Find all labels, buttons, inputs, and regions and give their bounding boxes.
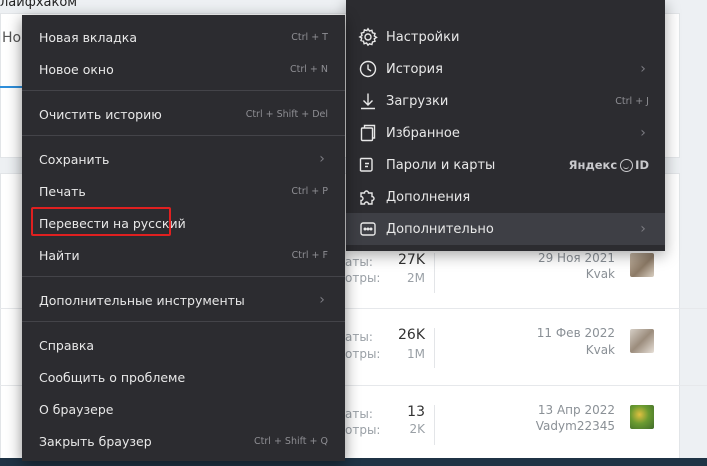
menu-item-label: История	[386, 61, 443, 77]
input-focus-line	[0, 86, 22, 88]
stat-divider	[434, 328, 435, 368]
question-date: 13 Апр 2022	[537, 403, 615, 417]
download-icon	[358, 91, 378, 111]
menu-item-save[interactable]: Сохранить ›	[22, 143, 345, 175]
yandex-id-badge-left: Яндекс	[568, 158, 618, 172]
menu-item-about[interactable]: О браузере	[22, 393, 345, 425]
menu-item-extensions[interactable]: Дополнения	[346, 181, 665, 213]
stat-divider	[434, 405, 435, 445]
menu-item-label: Избранное	[386, 125, 460, 141]
menu-item-shortcut: Ctrl + T	[291, 31, 328, 43]
question-date: 11 Фев 2022	[536, 326, 615, 340]
menu-item-label: Очистить историю	[39, 106, 162, 122]
menu-item-close-browser[interactable]: Закрыть браузер Ctrl + Shift + Q	[22, 425, 345, 457]
menu-item-shortcut: Ctrl + J	[615, 95, 649, 107]
menu-item-new-tab[interactable]: Новая вкладка Ctrl + T	[22, 21, 345, 53]
key-icon	[358, 155, 378, 175]
menu-item-shortcut: Ctrl + N	[289, 63, 328, 75]
question-author[interactable]: Kvak	[505, 267, 615, 281]
menu-item-shortcut: Ctrl + P	[291, 185, 328, 197]
menu-item-settings[interactable]: Настройки	[346, 21, 665, 53]
menu-item-clear-history[interactable]: Очистить историю Ctrl + Shift + Del	[22, 98, 345, 130]
gear-icon	[358, 27, 378, 47]
menu-item-label: Найти	[39, 247, 80, 263]
avatar[interactable]	[630, 329, 654, 353]
avatar[interactable]	[630, 253, 654, 277]
menu-item-label: Новое окно	[39, 61, 114, 77]
stat-value: 1M	[407, 347, 425, 361]
menu-item-label: Дополнительные инструменты	[39, 292, 245, 308]
more-dots-icon	[358, 219, 378, 239]
menu-item-label: Новая вкладка	[39, 29, 137, 45]
menu-item-find[interactable]: Найти Ctrl + F	[22, 239, 345, 271]
menu-item-shortcut: Ctrl + Shift + Q	[254, 435, 328, 447]
clock-icon	[358, 59, 378, 79]
menu-item-label: Печать	[39, 183, 86, 199]
menu-item-translate[interactable]: Перевести на русский	[22, 207, 345, 239]
menu-item-label: Загрузки	[386, 93, 449, 109]
smile-icon	[620, 158, 634, 172]
menu-item-history[interactable]: История ›	[346, 53, 665, 85]
bookmarks-icon	[358, 123, 378, 143]
stat-divider	[434, 253, 435, 293]
menu-item-favorites[interactable]: Избранное ›	[346, 117, 665, 149]
avatar[interactable]	[630, 405, 654, 429]
menu-separator	[22, 135, 345, 136]
menu-item-print[interactable]: Печать Ctrl + P	[22, 175, 345, 207]
chevron-right-icon: ›	[640, 61, 646, 77]
stat-label: отры:	[345, 271, 381, 285]
stat-label: отры:	[345, 347, 381, 361]
chevron-right-icon: ›	[319, 292, 325, 308]
menu-item-label: Дополнения	[386, 189, 471, 205]
menu-separator	[22, 90, 345, 91]
menu-item-shortcut: Ctrl + F	[291, 249, 328, 261]
stat-value: 13	[407, 404, 425, 420]
browser-menu-panel: Настройки История › Загрузки Ctrl + J Из…	[346, 0, 665, 251]
menu-item-label: Перевести на русский	[39, 215, 186, 231]
menu-separator	[22, 276, 345, 277]
menu-item-label: Пароли и карты	[386, 157, 496, 173]
stat-value: 27K	[398, 252, 425, 268]
menu-item-label: Сохранить	[39, 151, 110, 167]
more-submenu: Новая вкладка Ctrl + T Новое окно Ctrl +…	[22, 15, 345, 461]
chevron-right-icon: ›	[640, 221, 646, 237]
menu-item-shortcut: Ctrl + Shift + Del	[245, 108, 328, 120]
menu-separator	[22, 321, 345, 322]
stat-label: аты:	[345, 330, 373, 344]
menu-item-label: Справка	[39, 337, 95, 353]
menu-item-label: Дополнительно	[386, 221, 494, 237]
stat-label: отры:	[345, 423, 381, 437]
question-date: 29 Ноя 2021	[537, 251, 615, 265]
stat-value: 26K	[398, 327, 425, 343]
menu-item-label: Закрыть браузер	[39, 433, 152, 449]
input-fragment[interactable]: Но	[2, 30, 21, 46]
menu-item-more-tools[interactable]: Дополнительные инструменты ›	[22, 284, 345, 316]
menu-item-label: О браузере	[39, 401, 114, 417]
yandex-id-badge: Яндекс ID	[569, 158, 649, 172]
puzzle-icon	[358, 187, 378, 207]
stat-label: аты:	[345, 407, 373, 421]
menu-item-more[interactable]: Дополнительно ›	[346, 213, 665, 245]
question-author[interactable]: Kvak	[505, 343, 615, 357]
menu-item-report[interactable]: Сообщить о проблеме	[22, 361, 345, 393]
menu-item-passwords[interactable]: Пароли и карты Яндекс ID	[346, 149, 665, 181]
menu-item-label: Сообщить о проблеме	[39, 369, 186, 385]
question-author[interactable]: Vadym22345	[505, 419, 615, 433]
stat-label: аты:	[345, 255, 373, 269]
menu-item-downloads[interactable]: Загрузки Ctrl + J	[346, 85, 665, 117]
stat-value: 2M	[407, 271, 425, 285]
menu-item-new-window[interactable]: Новое окно Ctrl + N	[22, 53, 345, 85]
stat-value: 2K	[409, 422, 425, 436]
yandex-id-badge-right: ID	[635, 158, 649, 172]
page-title-fragment: лайфхаком	[0, 0, 78, 10]
chevron-right-icon: ›	[319, 151, 325, 167]
menu-item-label: Настройки	[386, 29, 460, 45]
chevron-right-icon: ›	[640, 125, 646, 141]
menu-item-help[interactable]: Справка	[22, 329, 345, 361]
